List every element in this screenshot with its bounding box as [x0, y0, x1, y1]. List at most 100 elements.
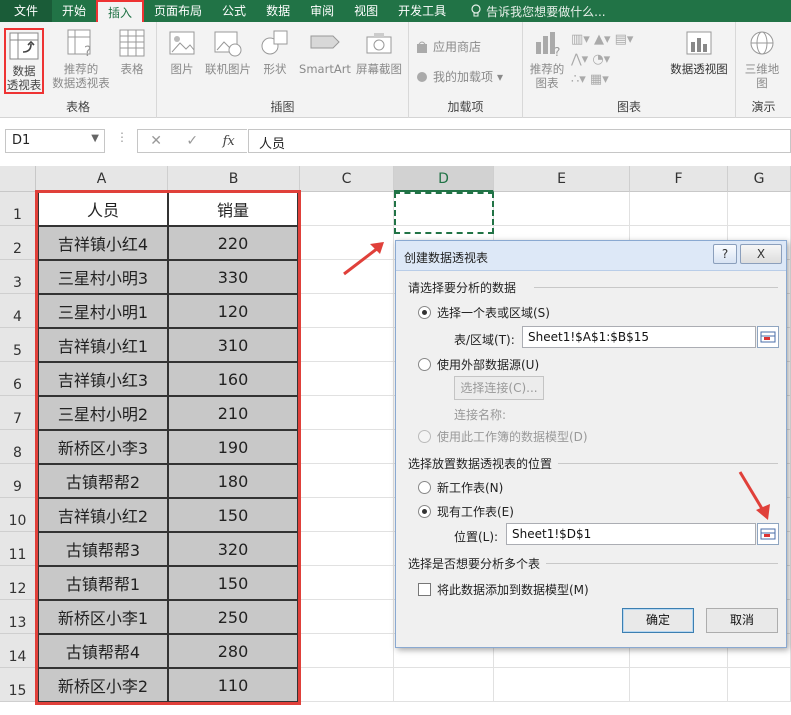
menu-tab[interactable]: 页面布局: [144, 0, 212, 22]
recommended-pivot-button[interactable]: ? 推荐的 数据透视表: [52, 28, 110, 90]
radio-new-sheet[interactable]: 新工作表(N): [418, 479, 503, 496]
grid-cell[interactable]: [300, 498, 394, 532]
grid-cell[interactable]: [300, 464, 394, 498]
grid-cell[interactable]: [300, 532, 394, 566]
chevron-down-icon[interactable]: ▼: [91, 133, 99, 144]
formula-input[interactable]: 人员: [248, 129, 791, 153]
column-header[interactable]: E: [494, 166, 630, 192]
range-picker-button[interactable]: [757, 326, 779, 348]
row-header[interactable]: 15: [0, 668, 36, 702]
grid-cell[interactable]: [300, 328, 394, 362]
chart-type-gallery[interactable]: ▥▾ ▲▾ ▤▾ ⋀▾ ◔▾ ∴▾ ▦▾: [571, 30, 661, 90]
line-chart-icon[interactable]: ⋀▾ ◔▾: [571, 50, 661, 70]
3d-map-button[interactable]: 三维地 图: [742, 28, 782, 90]
column-header[interactable]: A: [36, 166, 168, 192]
row-header[interactable]: 6: [0, 362, 36, 396]
grid-cell[interactable]: [300, 668, 394, 702]
grid-cell[interactable]: [300, 566, 394, 600]
row-header[interactable]: 9: [0, 464, 36, 498]
row-header[interactable]: 8: [0, 430, 36, 464]
grid-cell[interactable]: [728, 192, 791, 226]
menu-tab[interactable]: 文件: [0, 0, 52, 22]
online-pictures-button[interactable]: 联机图片: [203, 28, 253, 76]
radio-select-table[interactable]: 选择一个表或区域(S): [418, 304, 550, 321]
cancel-icon[interactable]: ✕: [150, 133, 162, 149]
column-header[interactable]: G: [728, 166, 791, 192]
column-header[interactable]: B: [168, 166, 300, 192]
pictures-button[interactable]: 图片: [165, 28, 199, 76]
column-chart-icon[interactable]: ▥▾ ▲▾ ▤▾: [571, 30, 661, 50]
screenshot-button[interactable]: 屏幕截图: [353, 28, 405, 76]
smartart-button[interactable]: SmartArt: [297, 28, 353, 76]
name-box[interactable]: D1 ▼: [5, 129, 105, 153]
grid-cell[interactable]: [300, 396, 394, 430]
column-header[interactable]: F: [630, 166, 728, 192]
table-label: 表格: [120, 62, 144, 76]
radio-data-model[interactable]: 使用此工作簿的数据模型(D): [418, 428, 588, 445]
row-header[interactable]: 11: [0, 532, 36, 566]
recommended-charts-button[interactable]: ? 推荐的 图表: [527, 28, 567, 90]
menu-tab[interactable]: 审阅: [300, 0, 344, 22]
close-button[interactable]: X: [740, 244, 782, 264]
enter-check-icon[interactable]: ✓: [186, 133, 198, 149]
row-header[interactable]: 3: [0, 260, 36, 294]
lightbulb-icon: [471, 4, 481, 17]
help-button[interactable]: ?: [713, 244, 737, 264]
grid-cell[interactable]: [300, 294, 394, 328]
menu-tab[interactable]: 开始: [52, 0, 96, 22]
ok-button[interactable]: 确定: [622, 608, 694, 633]
radio-existing-sheet[interactable]: 现有工作表(E): [418, 503, 514, 520]
selection-highlight-box: [35, 190, 301, 705]
row-header[interactable]: 1: [0, 192, 36, 226]
location-input[interactable]: Sheet1!$D$1: [506, 523, 756, 545]
grid-cell[interactable]: [630, 668, 728, 702]
scatter-chart-icon[interactable]: ∴▾ ▦▾: [571, 70, 661, 90]
recommended-pivot-label-2: 数据透视表: [52, 76, 110, 90]
row-header[interactable]: 14: [0, 634, 36, 668]
store-button[interactable]: 应用商店: [415, 38, 481, 55]
grid-cell[interactable]: [494, 668, 630, 702]
menu-tab[interactable]: 视图: [344, 0, 388, 22]
column-header[interactable]: D: [394, 166, 494, 192]
pivot-table-button[interactable]: 数据 透视表: [4, 28, 44, 94]
table-range-input[interactable]: Sheet1!$A$1:$B$15: [522, 326, 756, 348]
menu-tab[interactable]: 数据: [256, 0, 300, 22]
grid-cell[interactable]: [300, 192, 394, 226]
row-header[interactable]: 5: [0, 328, 36, 362]
grid-cell[interactable]: [300, 430, 394, 464]
menu-tab[interactable]: 开发工具: [388, 0, 456, 22]
grid-cell[interactable]: [300, 600, 394, 634]
row-header[interactable]: 12: [0, 566, 36, 600]
grid-cell[interactable]: [394, 668, 494, 702]
add-to-model-checkbox[interactable]: 将此数据添加到数据模型(M): [418, 581, 589, 598]
ribbon-group-tours: 三维地 图 演示: [736, 22, 791, 118]
grid-cell[interactable]: [494, 192, 630, 226]
shapes-button[interactable]: 形状: [257, 28, 293, 76]
select-all-corner[interactable]: [0, 166, 36, 192]
row-header[interactable]: 13: [0, 600, 36, 634]
grid-cell[interactable]: [300, 634, 394, 668]
location-picker-button[interactable]: [757, 523, 779, 545]
table-button[interactable]: 表格: [114, 28, 150, 76]
grid-cell[interactable]: [728, 668, 791, 702]
tours-group-label: 演示: [751, 100, 776, 114]
row-header[interactable]: 4: [0, 294, 36, 328]
my-addins-button[interactable]: 我的加载项 ▾: [415, 68, 503, 85]
active-cell-marquee[interactable]: [394, 192, 494, 234]
row-header[interactable]: 10: [0, 498, 36, 532]
cancel-button[interactable]: 取消: [706, 608, 778, 633]
column-header[interactable]: C: [300, 166, 394, 192]
name-box-value: D1: [12, 133, 31, 148]
tell-me-box[interactable]: 告诉我您想要做什么...: [470, 3, 606, 20]
my-addins-label: 我的加载项: [433, 70, 494, 84]
insert-function-icon[interactable]: fx: [223, 134, 235, 149]
menu-tab[interactable]: 公式: [212, 0, 256, 22]
pivot-chart-button[interactable]: 数据透视图: [667, 28, 731, 76]
row-header[interactable]: 2: [0, 226, 36, 260]
grid-cell[interactable]: [630, 192, 728, 226]
choose-connection-button[interactable]: 选择连接(C)...: [454, 376, 544, 400]
row-header[interactable]: 7: [0, 396, 36, 430]
menu-tab[interactable]: 插入: [96, 0, 145, 22]
radio-external-source[interactable]: 使用外部数据源(U): [418, 356, 539, 373]
grid-cell[interactable]: [300, 362, 394, 396]
